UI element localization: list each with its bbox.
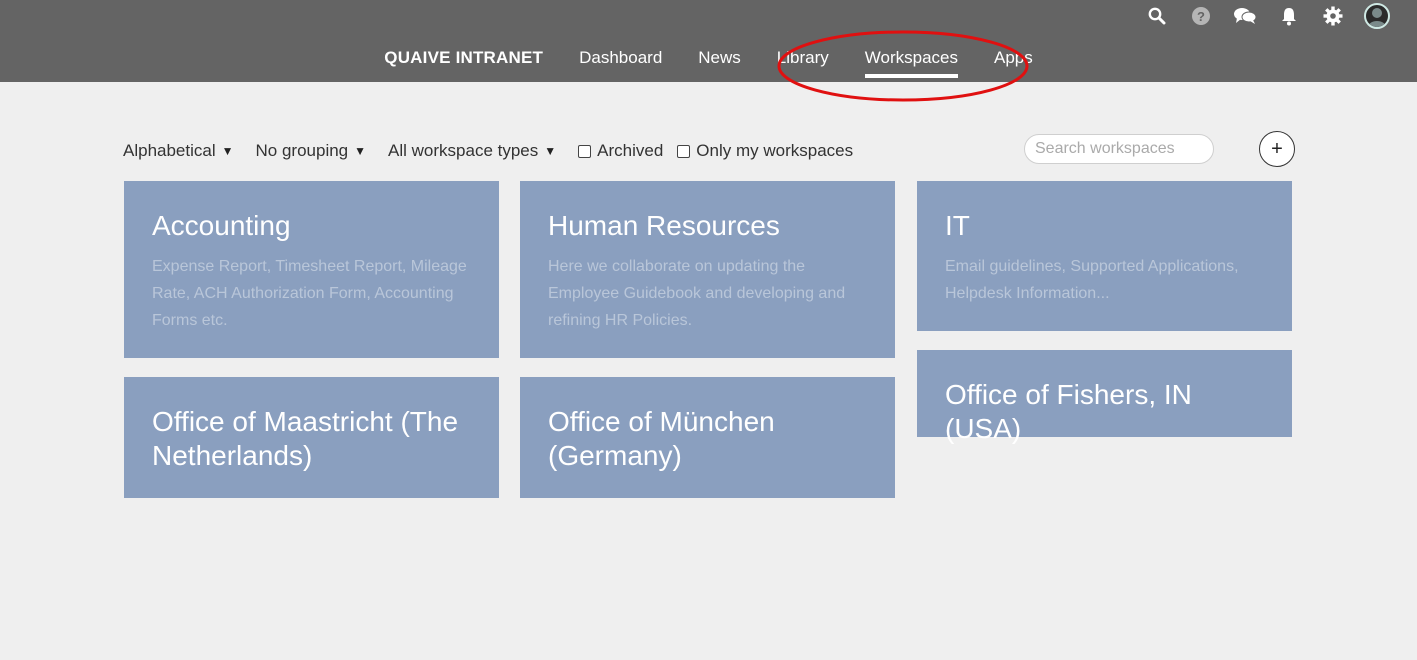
archived-label: Archived bbox=[597, 141, 664, 160]
workspace-tile-office-fishers[interactable]: Office of Fishers, IN (USA) bbox=[917, 350, 1292, 444]
help-icon[interactable]: ? bbox=[1179, 2, 1223, 30]
svg-text:?: ? bbox=[1197, 9, 1205, 24]
sort-dropdown[interactable]: Alphabetical ▼ bbox=[123, 141, 234, 161]
only-my-workspaces-checkbox[interactable] bbox=[677, 144, 691, 158]
caret-down-icon: ▼ bbox=[354, 144, 367, 158]
workspace-tile-human-resources[interactable]: Human Resources Here we collaborate on u… bbox=[520, 181, 895, 358]
workspace-filter-toolbar: Alphabetical ▼ No grouping ▼ All workspa… bbox=[123, 131, 1295, 167]
only-my-workspaces-checkbox-label[interactable]: Only my workspaces bbox=[677, 141, 853, 161]
caret-down-icon: ▼ bbox=[221, 144, 234, 158]
nav-brand-link[interactable]: QUAIVE INTRANET bbox=[366, 44, 561, 78]
workspace-tile-title: Accounting bbox=[152, 210, 291, 241]
grouping-dropdown[interactable]: No grouping ▼ bbox=[256, 141, 367, 161]
utility-icons: ? bbox=[1135, 2, 1399, 30]
workspace-types-dropdown-label: All workspace types bbox=[388, 141, 539, 160]
workspace-tile-description: Expense Report, Timesheet Report, Mileag… bbox=[152, 258, 467, 329]
top-navigation-bar: ? QUAIVE INTRANET Dashboard News Library… bbox=[0, 0, 1417, 82]
workspace-tile-office-munchen[interactable]: Office of München (Germany) bbox=[520, 377, 895, 498]
caret-down-icon: ▼ bbox=[544, 144, 557, 158]
workspace-tile-title: Office of Maastricht (The Netherlands) bbox=[152, 406, 459, 471]
only-my-workspaces-label: Only my workspaces bbox=[696, 141, 854, 160]
workspace-tile-title: IT bbox=[945, 210, 970, 241]
search-icon[interactable] bbox=[1135, 2, 1179, 30]
grouping-dropdown-label: No grouping bbox=[255, 141, 349, 160]
workspace-tile-description: Email guidelines, Supported Applications… bbox=[945, 258, 1239, 302]
search-workspaces-input[interactable] bbox=[1024, 134, 1214, 164]
workspace-tile-office-maastricht[interactable]: Office of Maastricht (The Netherlands) bbox=[124, 377, 499, 498]
notification-bell-icon[interactable] bbox=[1267, 2, 1311, 30]
settings-gear-icon[interactable] bbox=[1311, 2, 1355, 30]
workspace-tile-title: Human Resources bbox=[548, 210, 780, 241]
nav-item-news[interactable]: News bbox=[680, 44, 759, 78]
main-navigation: QUAIVE INTRANET Dashboard News Library W… bbox=[0, 44, 1417, 78]
nav-item-dashboard[interactable]: Dashboard bbox=[561, 44, 680, 78]
workspace-tile-it[interactable]: IT Email guidelines, Supported Applicati… bbox=[917, 181, 1292, 331]
nav-item-apps[interactable]: Apps bbox=[976, 44, 1051, 78]
sort-dropdown-label: Alphabetical bbox=[123, 141, 216, 160]
workspace-tile-accounting[interactable]: Accounting Expense Report, Timesheet Rep… bbox=[124, 181, 499, 358]
archived-checkbox-label[interactable]: Archived bbox=[578, 141, 663, 161]
avatar-image bbox=[1364, 3, 1390, 29]
chat-icon[interactable] bbox=[1223, 2, 1267, 30]
archived-checkbox[interactable] bbox=[578, 144, 592, 158]
workspace-types-dropdown[interactable]: All workspace types ▼ bbox=[388, 141, 556, 161]
workspace-tile-description: Here we collaborate on updating the Empl… bbox=[548, 258, 846, 329]
workspace-tile-title: Office of Fishers, IN (USA) bbox=[945, 379, 1192, 444]
add-workspace-button[interactable]: + bbox=[1259, 131, 1295, 167]
nav-item-library[interactable]: Library bbox=[759, 44, 847, 78]
workspace-tile-title: Office of München (Germany) bbox=[548, 406, 775, 471]
user-avatar[interactable] bbox=[1355, 2, 1399, 30]
nav-item-workspaces[interactable]: Workspaces bbox=[847, 44, 976, 78]
